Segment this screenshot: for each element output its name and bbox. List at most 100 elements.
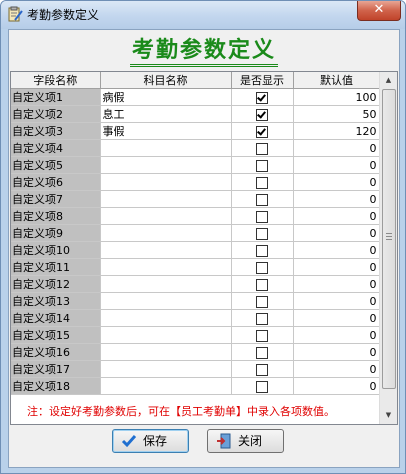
save-button[interactable]: 保存 — [112, 429, 189, 453]
field-name-cell: 自定义项16 — [11, 343, 101, 361]
column-header-subject[interactable]: 科目名称 — [100, 72, 232, 89]
default-value-cell[interactable]: 0 — [293, 139, 381, 157]
display-cell — [231, 258, 294, 276]
close-button[interactable]: 关闭 — [207, 429, 284, 453]
subject-name-cell[interactable] — [100, 207, 232, 225]
default-value-cell[interactable]: 50 — [293, 105, 381, 123]
display-checkbox[interactable] — [256, 363, 268, 376]
table-row[interactable]: 自定义项11 0 — [11, 258, 381, 276]
display-checkbox[interactable] — [256, 176, 268, 189]
field-name-cell: 自定义项1 — [11, 88, 101, 106]
default-value-cell[interactable]: 0 — [293, 292, 381, 310]
display-checkbox[interactable] — [256, 261, 268, 274]
display-checkbox[interactable] — [256, 244, 268, 257]
parameter-table: 字段名称 科目名称 是否显示 默认值 自定义项1 病假 100 自定义项2 息工 50 自定… — [11, 72, 381, 395]
vertical-scrollbar[interactable]: ▲ ▼ — [379, 72, 397, 424]
table-header-row: 字段名称 科目名称 是否显示 默认值 — [11, 72, 381, 89]
default-value-cell[interactable]: 0 — [293, 258, 381, 276]
subject-name-cell[interactable]: 事假 — [100, 122, 232, 140]
display-checkbox[interactable] — [256, 227, 268, 240]
subject-name-cell[interactable] — [100, 156, 232, 174]
table-row[interactable]: 自定义项18 0 — [11, 377, 381, 395]
field-name-cell: 自定义项6 — [11, 173, 101, 191]
table-row[interactable]: 自定义项8 0 — [11, 207, 381, 225]
default-value-cell[interactable]: 0 — [293, 360, 381, 378]
grip-icon — [386, 233, 392, 242]
column-header-field[interactable]: 字段名称 — [11, 72, 101, 89]
column-header-display[interactable]: 是否显示 — [231, 72, 294, 89]
default-value-cell[interactable]: 0 — [293, 156, 381, 174]
window-close-button[interactable]: ✕ — [357, 1, 401, 21]
table-row[interactable]: 自定义项17 0 — [11, 360, 381, 378]
default-value-cell[interactable]: 0 — [293, 241, 381, 259]
subject-name-cell[interactable] — [100, 241, 232, 259]
table-row[interactable]: 自定义项3 事假 120 — [11, 122, 381, 140]
subject-name-cell[interactable] — [100, 224, 232, 242]
column-header-default[interactable]: 默认值 — [293, 72, 381, 89]
table-row[interactable]: 自定义项15 0 — [11, 326, 381, 344]
table-row[interactable]: 自定义项5 0 — [11, 156, 381, 174]
subject-name-cell[interactable] — [100, 377, 232, 395]
subject-name-cell[interactable] — [100, 360, 232, 378]
table-row[interactable]: 自定义项12 0 — [11, 275, 381, 293]
clipboard-pencil-icon — [8, 6, 23, 22]
display-checkbox[interactable] — [256, 142, 268, 155]
subject-name-cell[interactable] — [100, 190, 232, 208]
field-name-cell: 自定义项5 — [11, 156, 101, 174]
subject-name-cell[interactable] — [100, 275, 232, 293]
default-value-cell[interactable]: 0 — [293, 190, 381, 208]
display-checkbox[interactable] — [256, 159, 268, 172]
table-row[interactable]: 自定义项14 0 — [11, 309, 381, 327]
scrollbar-thumb[interactable] — [382, 89, 396, 389]
field-name-cell: 自定义项10 — [11, 241, 101, 259]
subject-name-cell[interactable]: 息工 — [100, 105, 232, 123]
subject-name-cell[interactable] — [100, 258, 232, 276]
default-value-cell[interactable]: 0 — [293, 173, 381, 191]
display-checkbox[interactable] — [256, 380, 268, 393]
default-value-cell[interactable]: 0 — [293, 343, 381, 361]
table-row[interactable]: 自定义项10 0 — [11, 241, 381, 259]
display-checkbox[interactable] — [256, 278, 268, 291]
subject-name-cell[interactable] — [100, 139, 232, 157]
window-title: 考勤参数定义 — [27, 8, 100, 22]
subject-name-cell[interactable]: 病假 — [100, 88, 232, 106]
display-cell — [231, 190, 294, 208]
title-bar[interactable]: 考勤参数定义 ✕ — [1, 1, 405, 29]
field-name-cell: 自定义项12 — [11, 275, 101, 293]
display-checkbox[interactable] — [256, 295, 268, 308]
display-cell — [231, 139, 294, 157]
table-row[interactable]: 自定义项1 病假 100 — [11, 88, 381, 106]
display-checkbox[interactable] — [256, 125, 268, 138]
scroll-up-arrow-icon[interactable]: ▲ — [380, 72, 397, 89]
display-checkbox[interactable] — [256, 193, 268, 206]
default-value-cell[interactable]: 0 — [293, 326, 381, 344]
table-row[interactable]: 自定义项6 0 — [11, 173, 381, 191]
subject-name-cell[interactable] — [100, 326, 232, 344]
table-row[interactable]: 自定义项7 0 — [11, 190, 381, 208]
table-row[interactable]: 自定义项16 0 — [11, 343, 381, 361]
table-row[interactable]: 自定义项9 0 — [11, 224, 381, 242]
display-checkbox[interactable] — [256, 210, 268, 223]
default-value-cell[interactable]: 0 — [293, 207, 381, 225]
table-row[interactable]: 自定义项13 0 — [11, 292, 381, 310]
table-row[interactable]: 自定义项2 息工 50 — [11, 105, 381, 123]
default-value-cell[interactable]: 100 — [293, 88, 381, 106]
display-checkbox[interactable] — [256, 312, 268, 325]
default-value-cell[interactable]: 0 — [293, 275, 381, 293]
display-checkbox[interactable] — [256, 91, 268, 104]
display-cell — [231, 88, 294, 106]
default-value-cell[interactable]: 0 — [293, 377, 381, 395]
subject-name-cell[interactable] — [100, 343, 232, 361]
scroll-down-arrow-icon[interactable]: ▼ — [380, 407, 397, 424]
default-value-cell[interactable]: 0 — [293, 309, 381, 327]
display-checkbox[interactable] — [256, 108, 268, 121]
default-value-cell[interactable]: 120 — [293, 122, 381, 140]
subject-name-cell[interactable] — [100, 173, 232, 191]
display-cell — [231, 326, 294, 344]
subject-name-cell[interactable] — [100, 309, 232, 327]
display-checkbox[interactable] — [256, 346, 268, 359]
table-row[interactable]: 自定义项4 0 — [11, 139, 381, 157]
default-value-cell[interactable]: 0 — [293, 224, 381, 242]
subject-name-cell[interactable] — [100, 292, 232, 310]
display-checkbox[interactable] — [256, 329, 268, 342]
